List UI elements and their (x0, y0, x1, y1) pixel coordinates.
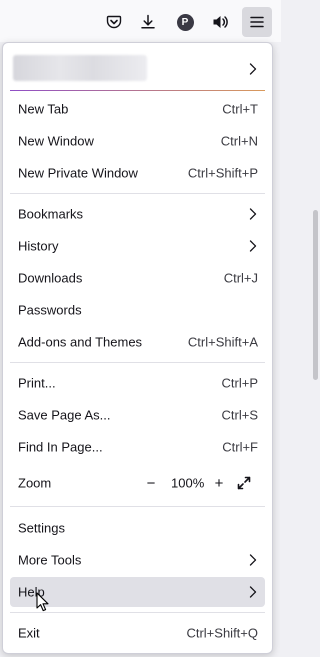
menu-item-new-tab[interactable]: New Tab Ctrl+T (10, 94, 265, 124)
speaker-icon (213, 16, 228, 28)
zoom-in-icon: + (214, 474, 224, 492)
zoom-row: Zoom − 100% + (10, 468, 265, 498)
menu-item-save-page-as[interactable]: Save Page As... Ctrl+S (10, 400, 265, 430)
zoom-out-icon: − (146, 474, 156, 492)
chevron-right-icon (249, 208, 257, 220)
chevron-right-icon (249, 240, 257, 252)
menu-item-label: Add-ons and Themes (18, 334, 143, 350)
menu-item-history[interactable]: History (10, 231, 265, 261)
menu-item-shortcut: Ctrl+P (221, 375, 258, 391)
page-scrollbar[interactable] (310, 42, 320, 657)
menu-item-new-private-window[interactable]: New Private Window Ctrl+Shift+P (10, 158, 265, 188)
downloads-button[interactable] (133, 7, 163, 37)
menu-item-label: More Tools (18, 552, 82, 568)
menu-item-shortcut: Ctrl+Shift+P (187, 165, 258, 181)
menu-item-shortcut: Ctrl+Shift+A (187, 334, 258, 350)
menu-item-label: Print... (18, 375, 56, 391)
menu-item-label: New Private Window (18, 165, 138, 181)
menu-item-new-window[interactable]: New Window Ctrl+N (10, 126, 265, 156)
zoom-reset-button[interactable]: 100% (171, 476, 204, 491)
pocket-icon (106, 15, 122, 29)
menu-item-shortcut: Ctrl+F (222, 439, 258, 455)
menu-item-label: New Tab (18, 101, 69, 117)
chevron-right-icon (249, 63, 257, 75)
menu-item-shortcut: Ctrl+S (221, 407, 258, 423)
page-scrollbar-thumb[interactable] (313, 210, 318, 380)
zoom-value: 100% (171, 475, 205, 491)
hamburger-menu-icon (250, 16, 264, 28)
menu-item-shortcut: Ctrl+N (220, 133, 258, 149)
fullscreen-button[interactable] (237, 476, 251, 490)
menu-item-find-in-page[interactable]: Find In Page... Ctrl+F (10, 432, 265, 462)
account-name-blurred (13, 55, 147, 81)
account-button[interactable] (10, 51, 265, 87)
menu-item-label: Bookmarks (18, 206, 84, 222)
menu-separator (10, 362, 265, 363)
profile-avatar: P (176, 13, 194, 31)
browser-toolbar: P (0, 0, 281, 42)
sound-button[interactable] (206, 7, 236, 37)
account-accent-divider (10, 90, 265, 91)
app-menu-button[interactable] (242, 7, 272, 37)
menu-item-label: Settings (18, 520, 65, 536)
menu-item-label: Save Page As... (18, 407, 111, 423)
menu-item-shortcut: Ctrl+J (223, 270, 258, 286)
pocket-button[interactable] (99, 7, 129, 37)
menu-item-label: Passwords (18, 302, 82, 318)
menu-separator (10, 193, 265, 194)
menu-item-more-tools[interactable]: More Tools (10, 545, 265, 575)
menu-item-label: Downloads (18, 270, 83, 286)
app-menu-panel: New Tab Ctrl+T New Window Ctrl+N New Pri… (2, 42, 273, 654)
menu-item-label: Exit (18, 625, 40, 641)
menu-item-downloads[interactable]: Downloads Ctrl+J (10, 263, 265, 293)
zoom-in-button[interactable]: + (210, 474, 228, 492)
menu-separator (10, 506, 265, 507)
chevron-right-icon (249, 586, 257, 598)
menu-item-exit[interactable]: Exit Ctrl+Shift+Q (10, 618, 265, 648)
menu-item-shortcut: Ctrl+Shift+Q (186, 625, 258, 641)
zoom-label: Zoom (18, 475, 52, 491)
menu-item-settings[interactable]: Settings (10, 513, 265, 543)
menu-separator (10, 612, 265, 613)
fullscreen-icon (237, 476, 251, 490)
menu-item-label: New Window (18, 133, 94, 149)
menu-item-addons-themes[interactable]: Add-ons and Themes Ctrl+Shift+A (10, 327, 265, 357)
menu-item-print[interactable]: Print... Ctrl+P (10, 368, 265, 398)
profile-button[interactable]: P (170, 7, 200, 37)
menu-item-bookmarks[interactable]: Bookmarks (10, 199, 265, 229)
zoom-out-button[interactable]: − (142, 474, 160, 492)
menu-item-shortcut: Ctrl+T (222, 101, 258, 117)
mouse-cursor-icon (36, 592, 49, 612)
chevron-right-icon (249, 554, 257, 566)
menu-item-passwords[interactable]: Passwords (10, 295, 265, 325)
menu-item-label: History (18, 238, 59, 254)
menu-item-label: Find In Page... (18, 439, 103, 455)
download-icon (141, 14, 155, 29)
